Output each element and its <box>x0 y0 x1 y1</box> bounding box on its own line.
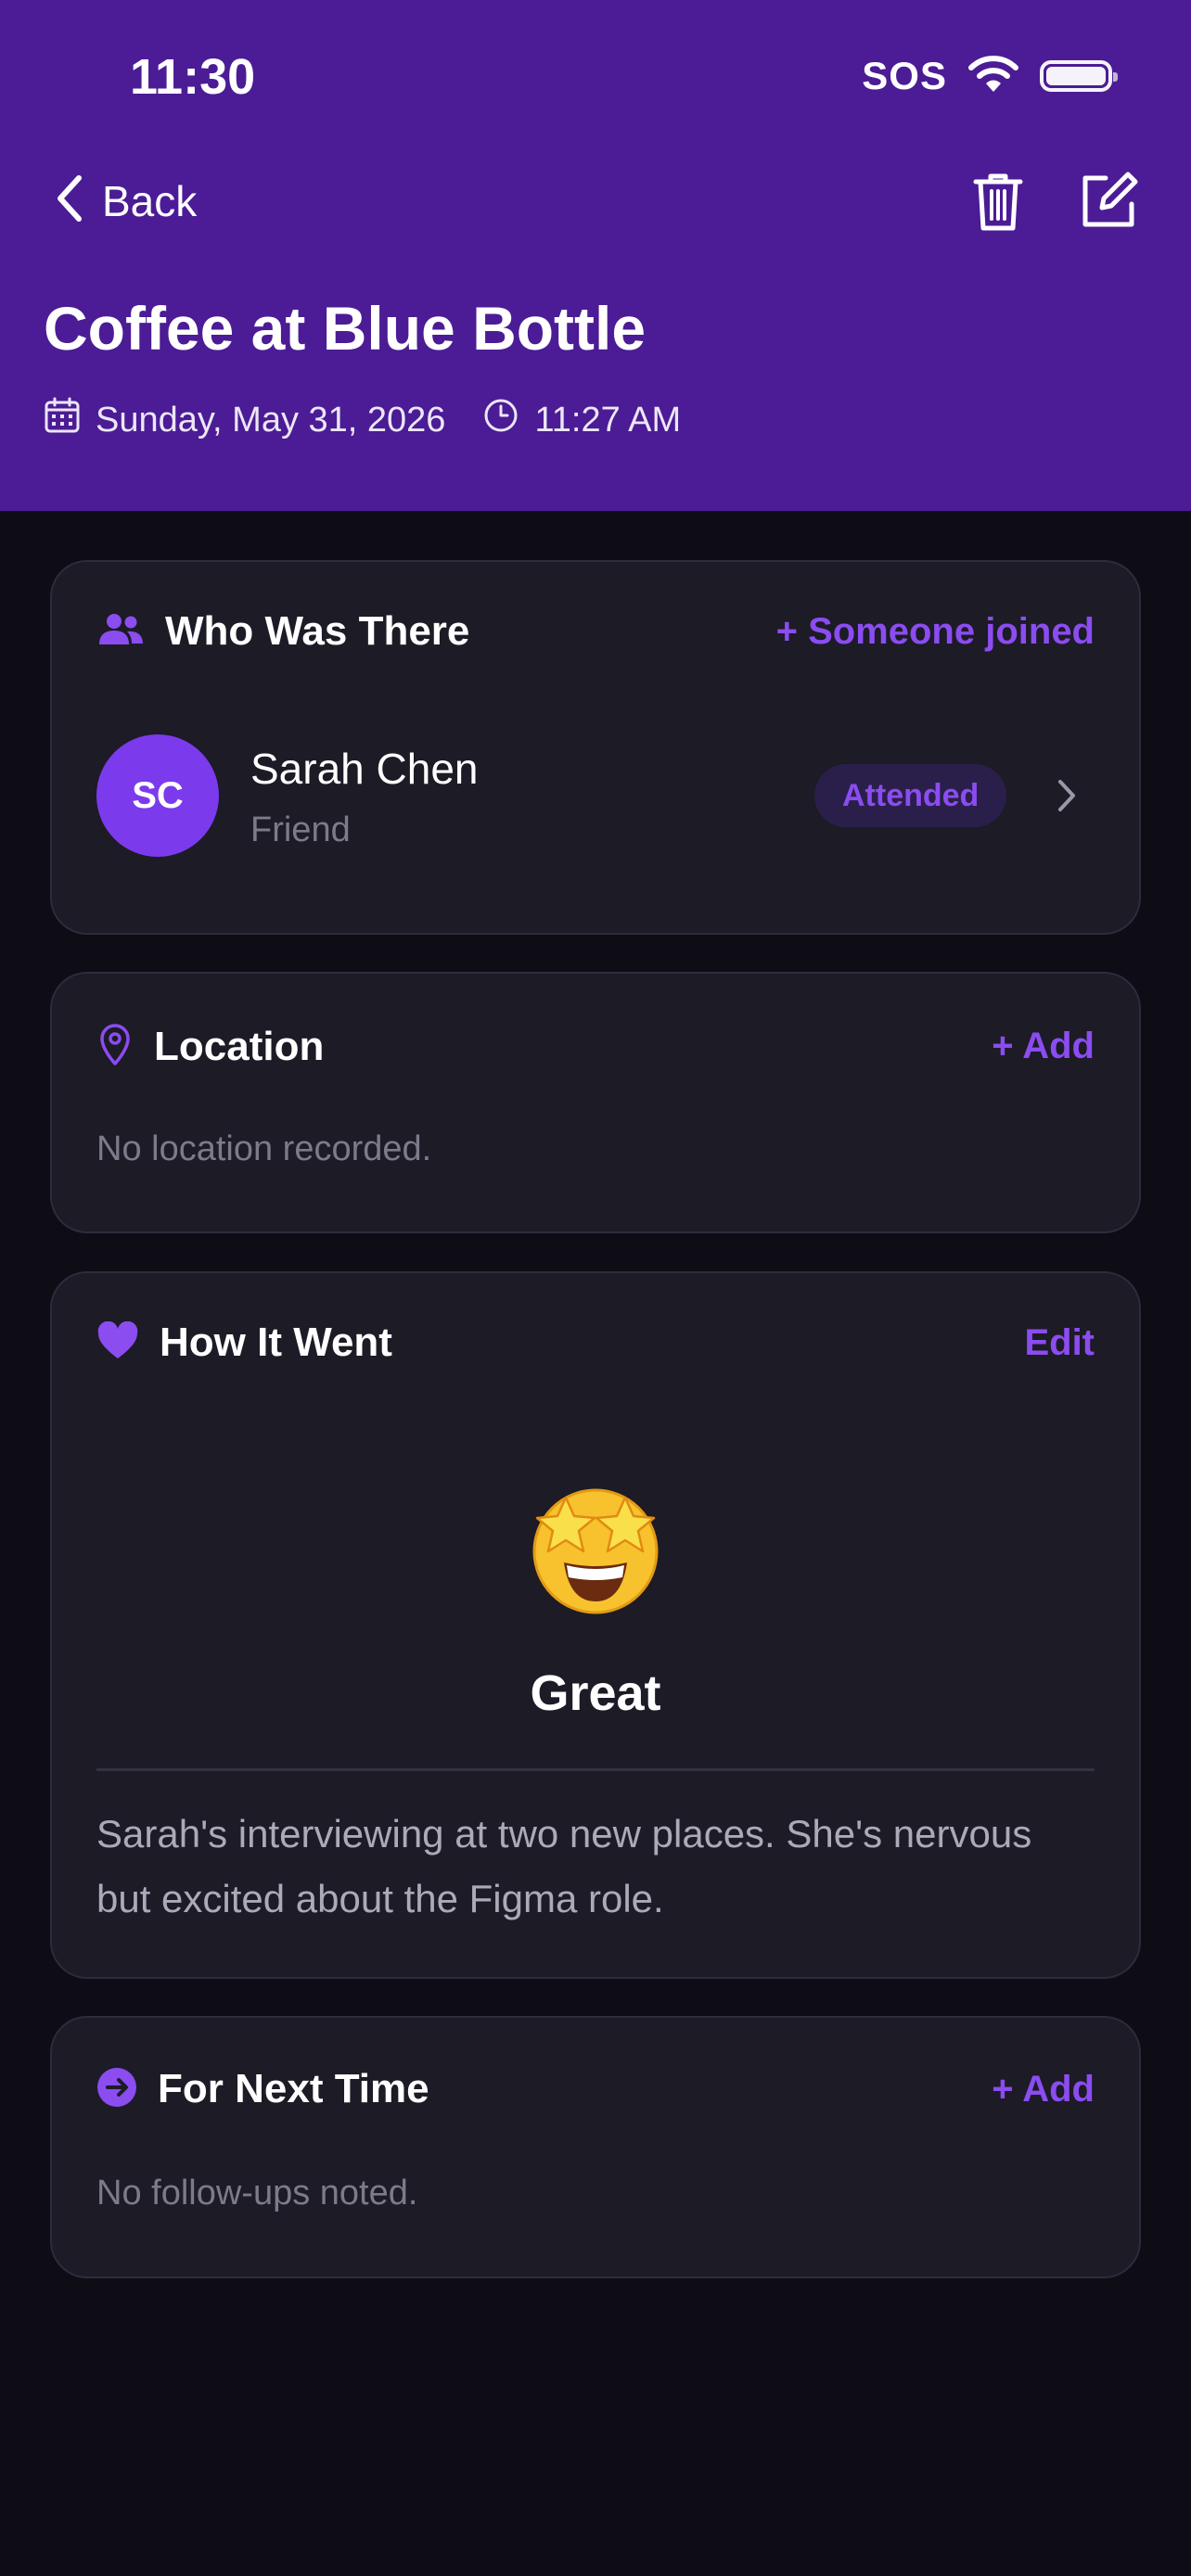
who-was-there-card: Who Was There + Someone joined SC Sarah … <box>50 560 1141 935</box>
avatar: SC <box>96 734 219 857</box>
for-next-time-card: For Next Time + Add No follow-ups noted. <box>50 2016 1141 2278</box>
location-pin-icon <box>96 1022 134 1071</box>
clock-icon <box>482 397 519 443</box>
next-card-header: For Next Time + Add <box>96 2066 1095 2112</box>
arrow-right-circle-icon <box>96 2067 137 2112</box>
who-card-header: Who Was There + Someone joined <box>96 608 1095 655</box>
how-it-went-card: How It Went Edit Great Sarah's interview… <box>50 1271 1141 1979</box>
heart-icon <box>96 1320 139 1365</box>
chevron-right-icon[interactable] <box>1056 777 1078 819</box>
event-date-text: Sunday, May 31, 2026 <box>96 400 446 440</box>
people-icon <box>96 611 145 653</box>
back-button[interactable]: Back <box>56 174 197 227</box>
person-relation: Friend <box>250 810 351 849</box>
add-follow-up-button[interactable]: + Add <box>992 2069 1095 2111</box>
status-badge: Attended <box>814 764 1007 827</box>
edit-icon[interactable] <box>1078 171 1139 236</box>
location-card-header: Location + Add <box>96 1022 1095 1071</box>
location-card: Location + Add No location recorded. <box>50 972 1141 1233</box>
mood-emoji <box>52 1477 1139 1616</box>
how-card-title: How It Went <box>160 1320 392 1365</box>
trash-icon[interactable] <box>972 171 1024 238</box>
star-struck-emoji-icon <box>532 1488 659 1614</box>
event-meta: Sunday, May 31, 2026 11:27 AM <box>44 397 681 443</box>
event-time: 11:27 AM <box>482 397 681 443</box>
location-empty-text: No location recorded. <box>96 1129 432 1168</box>
event-date: Sunday, May 31, 2026 <box>44 397 445 443</box>
status-time: 11:30 <box>130 49 256 105</box>
someone-joined-button[interactable]: + Someone joined <box>776 611 1095 653</box>
event-time-text: 11:27 AM <box>534 400 682 440</box>
follow-ups-empty-text: No follow-ups noted. <box>96 2174 418 2213</box>
next-card-title: For Next Time <box>158 2066 429 2111</box>
person-name: Sarah Chen <box>250 745 479 793</box>
edit-mood-button[interactable]: Edit <box>1024 1322 1095 1364</box>
mood-rating: Great <box>530 1665 661 1721</box>
header: 11:30 SOS Back Coffee at Blue Bottle Sun… <box>0 0 1191 511</box>
calendar-icon <box>44 397 81 443</box>
event-title: Coffee at Blue Bottle <box>44 294 647 363</box>
location-card-title: Location <box>154 1023 325 1069</box>
who-card-title: Who Was There <box>165 608 470 654</box>
carrier-label: SOS <box>862 54 947 97</box>
add-location-button[interactable]: + Add <box>992 1026 1095 1067</box>
back-label: Back <box>102 176 198 225</box>
how-card-header: How It Went Edit <box>96 1320 1095 1366</box>
battery-icon <box>1040 60 1118 92</box>
event-notes: Sarah's interviewing at two new places. … <box>96 1812 1032 1920</box>
status-indicators: SOS <box>862 54 1118 98</box>
wifi-icon <box>967 55 1019 98</box>
chevron-left-icon <box>56 174 83 227</box>
divider <box>96 1768 1095 1771</box>
